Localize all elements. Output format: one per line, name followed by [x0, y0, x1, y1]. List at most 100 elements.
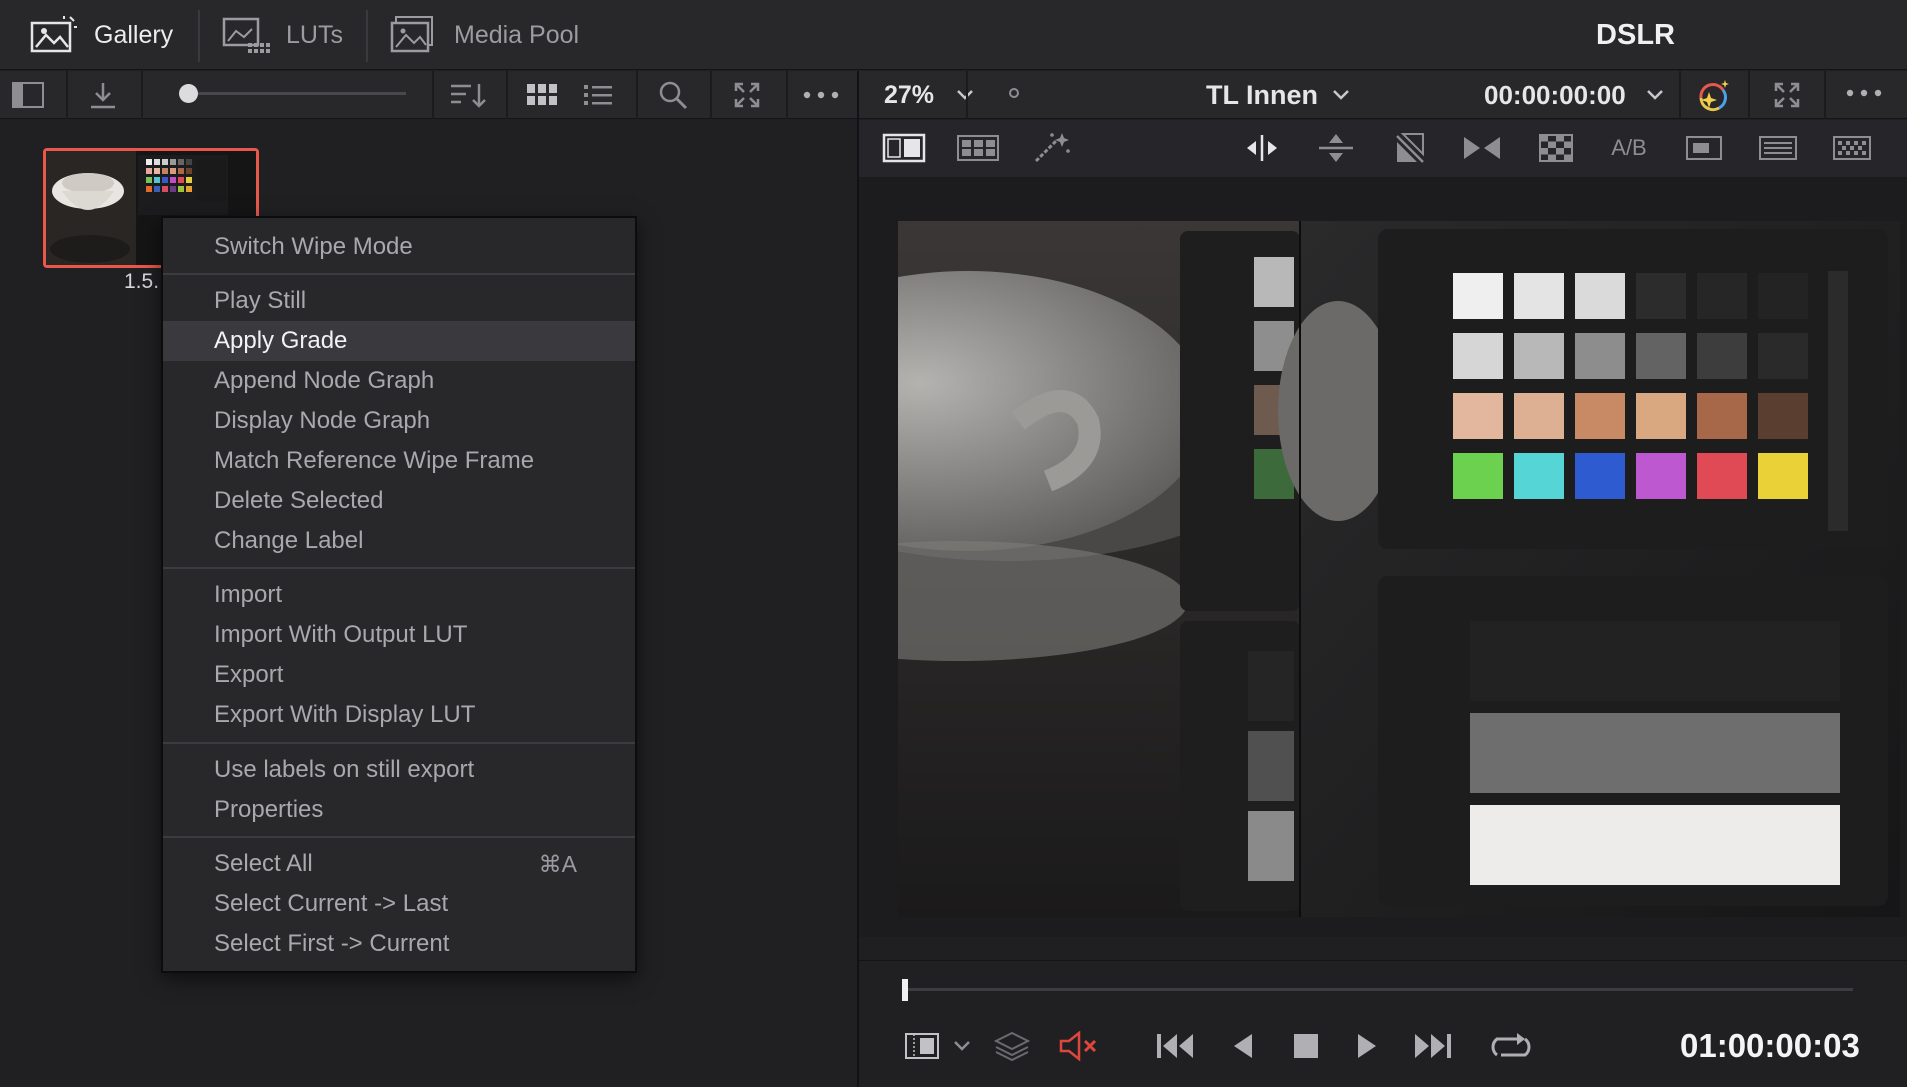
checkerboard-icon	[1539, 134, 1573, 162]
tab-divider	[198, 10, 200, 62]
sort-button[interactable]	[446, 71, 490, 119]
menu-item-properties[interactable]: Properties	[163, 790, 635, 830]
split-screen-button[interactable]	[955, 130, 1001, 166]
alpha-wipe-button[interactable]	[1533, 130, 1579, 166]
tab-media-pool[interactable]: Media Pool	[390, 0, 579, 70]
split-screen-icon	[956, 134, 1000, 162]
tab-media-pool-label: Media Pool	[454, 20, 580, 49]
menu-item-label: Select First -> Current	[214, 930, 450, 957]
menu-item-change-label[interactable]: Change Label	[163, 521, 635, 561]
fullscreen-viewer-button[interactable]	[1767, 78, 1807, 112]
gallery-icon	[30, 15, 78, 55]
menu-item-apply-grade[interactable]: Apply Grade	[163, 321, 635, 361]
gallery-wipe-button[interactable]	[1829, 130, 1875, 166]
gallery-options-button[interactable]	[798, 71, 844, 119]
resolve-color-page: Gallery LUTs Media Pool DSLR 27% TL Inne…	[0, 0, 1907, 1087]
list-view-button[interactable]	[576, 71, 620, 119]
search-button[interactable]	[650, 71, 696, 119]
diagonal-wipe-icon	[1393, 132, 1427, 164]
ab-compare-label: A/B	[1611, 135, 1647, 160]
menu-item-play-still[interactable]: Play Still	[163, 281, 635, 321]
tab-luts[interactable]: LUTs	[222, 0, 343, 70]
chevron-down-icon	[953, 1040, 971, 1052]
viewer-options-button[interactable]	[1842, 86, 1886, 100]
menu-item-label: Display Node Graph	[214, 407, 431, 434]
toggle-album-panel-button[interactable]	[8, 71, 48, 119]
inverse-wipe-button[interactable]	[1681, 130, 1727, 166]
toolbar-divider	[1748, 71, 1750, 119]
go-to-first-frame-button[interactable]	[1154, 1028, 1198, 1064]
menu-item-import-with-output-lut[interactable]: Import With Output LUT	[163, 615, 635, 655]
horizontal-wipe-button[interactable]	[1239, 130, 1285, 166]
menu-item-use-labels-on-still-export[interactable]: Use labels on still export	[163, 750, 635, 790]
menu-item-export[interactable]: Export	[163, 655, 635, 695]
mix-wipe-button[interactable]	[1459, 130, 1505, 166]
play-reverse-button[interactable]	[1222, 1028, 1262, 1064]
menu-item-label: Select All	[214, 850, 313, 877]
menu-item-match-reference-wipe-frame[interactable]: Match Reference Wipe Frame	[163, 441, 635, 481]
menu-separator	[163, 836, 635, 838]
horizontal-wipe-icon	[1243, 133, 1281, 163]
menu-item-export-with-display-lut[interactable]: Export With Display LUT	[163, 695, 635, 735]
menu-separator	[163, 273, 635, 275]
clip-name-dropdown[interactable]: TL Innen	[1206, 71, 1350, 119]
tab-gallery[interactable]: Gallery	[30, 0, 173, 70]
toolbar-divider	[710, 71, 712, 119]
download-icon	[88, 80, 118, 110]
magic-wand-icon	[1032, 131, 1072, 165]
toolbar-divider	[506, 71, 508, 119]
diagonal-wipe-button[interactable]	[1387, 130, 1433, 166]
mute-button[interactable]	[1058, 1028, 1100, 1064]
toolbar-divider	[1824, 71, 1826, 119]
menu-item-label: Play Still	[214, 287, 307, 314]
list-view-icon	[583, 83, 613, 107]
expand-icon	[734, 82, 760, 108]
chevron-down-icon	[1332, 89, 1350, 101]
window-icon	[1685, 135, 1723, 161]
viewer-frame[interactable]	[898, 221, 1900, 917]
skip-to-end-icon	[1411, 1032, 1453, 1060]
viewer-mode-button[interactable]	[902, 1028, 942, 1064]
thumbnail-size-slider-track[interactable]	[186, 92, 406, 95]
layers-button[interactable]	[992, 1028, 1032, 1064]
image-wipe-button[interactable]	[881, 130, 927, 166]
viewer-tools-bar: A/B	[859, 120, 1907, 177]
highlight-button[interactable]	[1692, 74, 1736, 116]
timecode-dropdown[interactable]: 00:00:00:00	[1484, 71, 1664, 119]
play-button[interactable]	[1348, 1028, 1388, 1064]
viewer-mode-dropdown[interactable]	[950, 1036, 974, 1056]
more-options-icon	[1846, 89, 1882, 97]
menu-item-select-first-to-current[interactable]: Select First -> Current	[163, 924, 635, 964]
menu-item-display-node-graph[interactable]: Display Node Graph	[163, 401, 635, 441]
lines-icon	[1758, 135, 1798, 161]
playhead[interactable]	[902, 979, 908, 1001]
thumbnail-view-button[interactable]	[520, 71, 564, 119]
zoom-dropdown[interactable]: 27%	[884, 71, 974, 119]
menu-item-import[interactable]: Import	[163, 575, 635, 615]
grab-still-button[interactable]	[80, 71, 126, 119]
search-icon	[658, 80, 688, 110]
menu-item-delete-selected[interactable]: Delete Selected	[163, 481, 635, 521]
loop-icon	[1489, 1031, 1533, 1061]
ab-compare-button[interactable]: A/B	[1603, 130, 1655, 166]
expand-gallery-button[interactable]	[724, 71, 770, 119]
menu-item-label: Import	[214, 581, 283, 608]
loop-button[interactable]	[1488, 1028, 1534, 1064]
vertical-wipe-button[interactable]	[1313, 130, 1359, 166]
gallery-toolbar	[0, 71, 858, 119]
menu-item-append-node-graph[interactable]: Append Node Graph	[163, 361, 635, 401]
toolbar-divider	[786, 71, 788, 119]
tab-gallery-label: Gallery	[94, 20, 174, 49]
thumbnail-size-slider-handle[interactable]	[179, 84, 198, 103]
menu-item-select-all[interactable]: Select All ⌘A	[163, 844, 635, 884]
highlight-tool-button[interactable]	[1029, 130, 1075, 166]
menu-item-switch-wipe-mode[interactable]: Switch Wipe Mode	[163, 227, 635, 267]
menu-item-label: Use labels on still export	[214, 756, 475, 783]
menu-separator	[163, 567, 635, 569]
scrubber-track[interactable]	[905, 988, 1853, 991]
stop-button[interactable]	[1286, 1028, 1326, 1064]
chevron-down-icon	[1646, 89, 1664, 101]
go-to-last-frame-button[interactable]	[1410, 1028, 1454, 1064]
menu-item-select-current-to-last[interactable]: Select Current -> Last	[163, 884, 635, 924]
cinema-mode-button[interactable]	[1755, 130, 1801, 166]
